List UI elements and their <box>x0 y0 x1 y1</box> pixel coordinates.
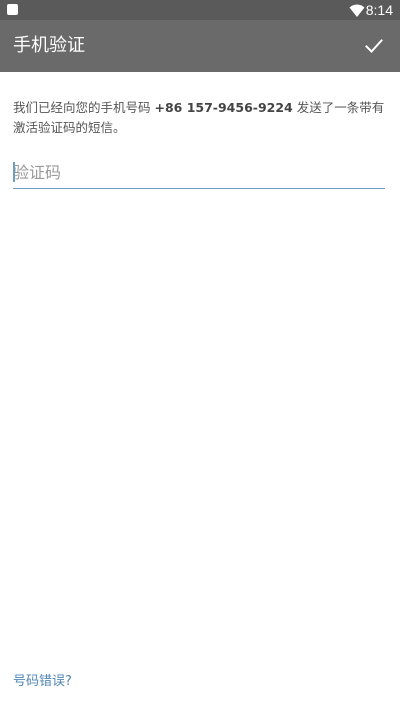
wifi-icon <box>349 4 365 17</box>
verification-code-input[interactable] <box>13 158 385 186</box>
text-caret <box>13 162 15 182</box>
app-bar: 手机验证 <box>0 20 400 72</box>
status-bar: 8:14 <box>0 0 400 20</box>
message-prefix: 我们已经向您的手机号码 <box>13 100 155 115</box>
verification-message: 我们已经向您的手机号码 +86 157-9456-9224 发送了一条带有激活验… <box>13 98 391 138</box>
page-title: 手机验证 <box>13 35 85 56</box>
checkmark-icon <box>365 39 383 53</box>
wrong-number-link[interactable]: 号码错误? <box>13 672 72 692</box>
confirm-button[interactable] <box>354 26 394 66</box>
status-time: 8:14 <box>365 2 393 18</box>
phone-number: +86 157-9456-9224 <box>154 100 293 115</box>
notification-icon <box>7 4 18 15</box>
code-field[interactable] <box>13 158 385 189</box>
